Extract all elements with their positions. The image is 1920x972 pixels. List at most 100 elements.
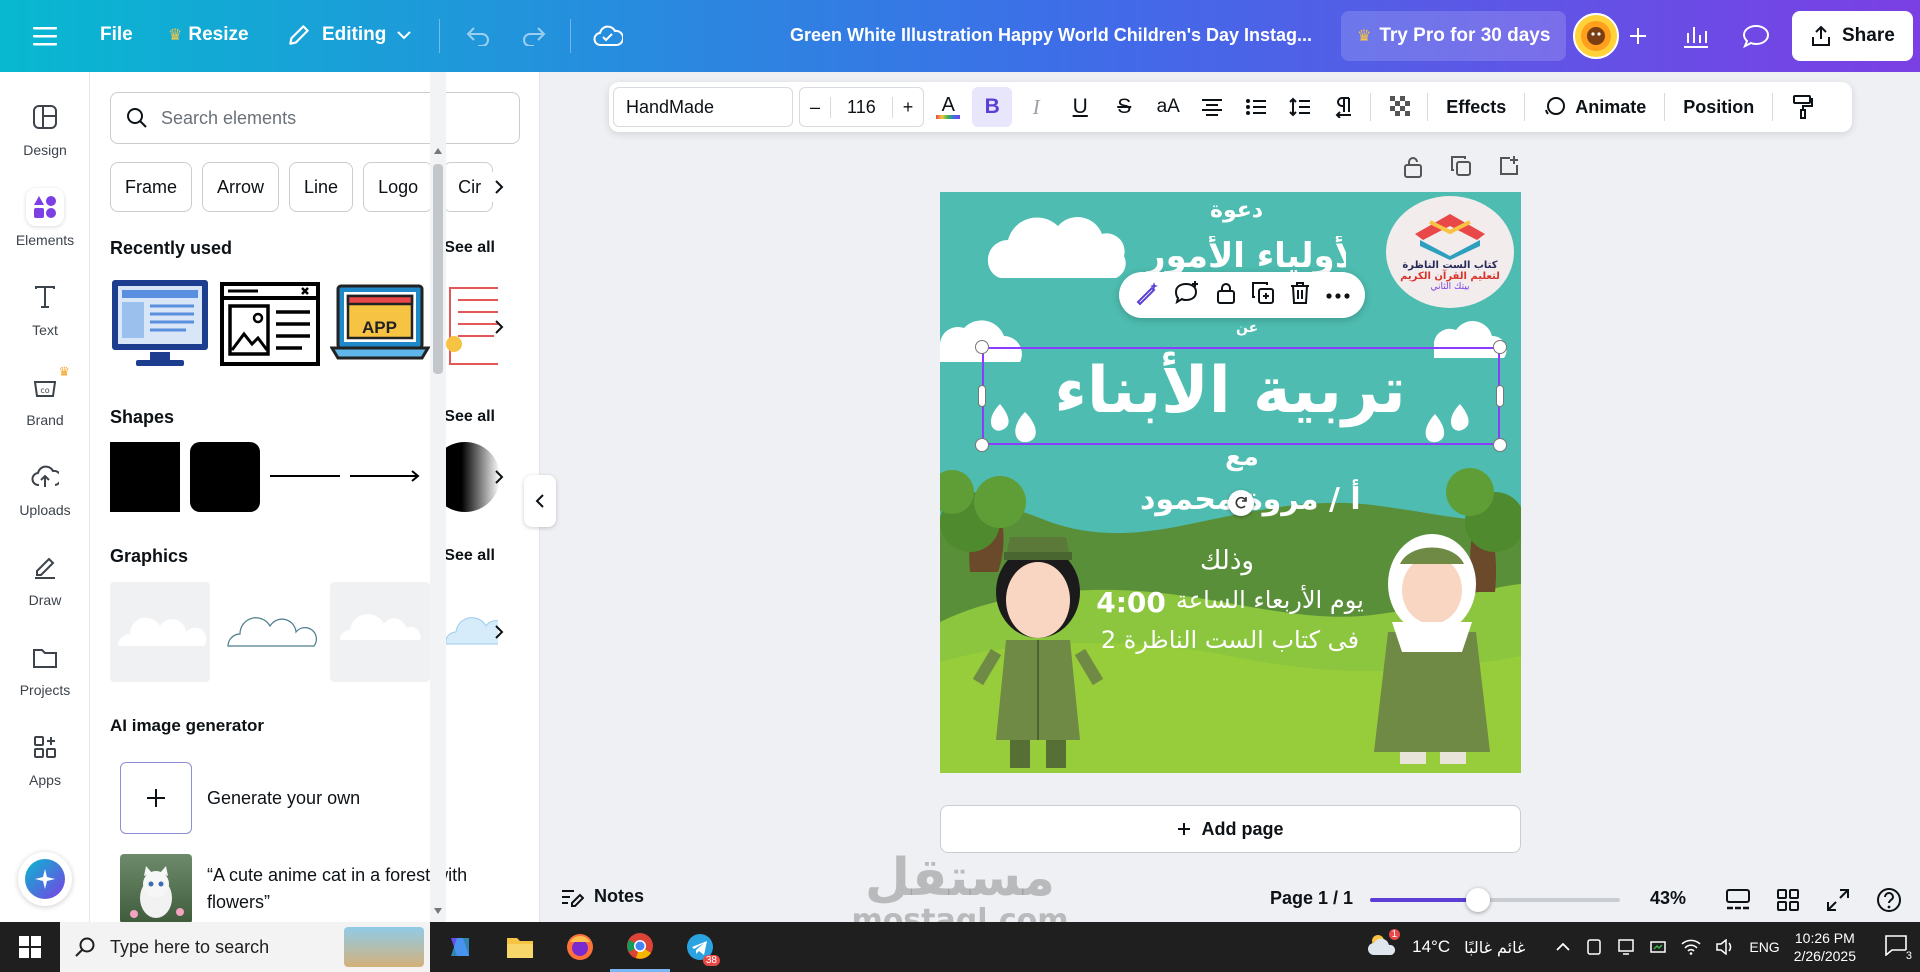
chip-frame[interactable]: Frame [110, 162, 193, 212]
share-button[interactable]: Share [1792, 11, 1913, 61]
list-icon[interactable] [1236, 87, 1276, 127]
see-all-shapes[interactable]: See all [444, 408, 495, 426]
shapes-next-arrow[interactable] [484, 462, 514, 492]
language-indicator[interactable]: ENG [1749, 939, 1779, 955]
rail-item-design[interactable]: Design [0, 98, 90, 158]
design-text-day-time[interactable]: 4:00 يوم الأربعاء الساعة [1096, 586, 1364, 619]
design-text-and[interactable]: وذلك [1200, 546, 1254, 576]
chip-line[interactable]: Line [289, 162, 354, 212]
notification-icon[interactable]: 3 [1884, 934, 1912, 962]
chips-next-arrow[interactable] [484, 172, 514, 202]
collapse-panel-button[interactable] [524, 475, 556, 527]
tray-display-icon[interactable] [1617, 938, 1635, 956]
taskbar-telegram-icon[interactable]: 38 [670, 922, 730, 972]
design-logo[interactable]: كتاب الست الناظرة لتعليم القرآن الكريم ب… [1390, 260, 1510, 292]
add-page-button[interactable]: Add page [940, 805, 1521, 853]
zoom-slider[interactable] [1370, 888, 1620, 912]
volume-icon[interactable] [1715, 939, 1735, 955]
generate-your-own-button[interactable] [120, 762, 192, 834]
graphic-cloud-outline[interactable] [220, 582, 320, 682]
lock-page-icon[interactable] [1402, 155, 1424, 184]
editing-mode-button[interactable]: Editing [286, 22, 412, 48]
undo-icon[interactable] [460, 20, 494, 52]
rail-item-brand[interactable]: co ♛ Brand [0, 364, 90, 428]
help-icon[interactable] [1876, 887, 1902, 918]
resize-handle-bottom-left[interactable] [975, 438, 989, 452]
file-menu[interactable]: File [100, 24, 133, 46]
graphics-next-arrow[interactable] [484, 617, 514, 647]
animate-button[interactable]: Animate [1531, 87, 1658, 127]
rail-item-uploads[interactable]: Uploads [0, 458, 90, 518]
windows-start-icon[interactable] [0, 922, 60, 972]
italic-button[interactable]: I [1016, 87, 1056, 127]
panel-scrollbar[interactable] [430, 72, 446, 922]
rail-item-draw[interactable]: Draw [0, 548, 90, 608]
insights-icon[interactable] [1676, 18, 1716, 54]
line-spacing-icon[interactable] [1280, 87, 1320, 127]
paint-roller-icon[interactable] [1783, 87, 1823, 127]
ai-example-image[interactable] [120, 854, 192, 922]
document-title[interactable]: Green White Illustration Happy World Chi… [790, 25, 1312, 46]
add-comment-icon[interactable] [1174, 280, 1200, 311]
grid-view-icon[interactable] [1776, 888, 1800, 917]
recent-app-laptop-graphic[interactable]: APP [329, 282, 431, 366]
chevron-up-icon[interactable] [1555, 942, 1571, 952]
shape-square[interactable] [110, 442, 180, 512]
transparency-icon[interactable] [1381, 87, 1421, 127]
page-indicator[interactable]: Page 1 / 1 [1270, 888, 1353, 909]
resize-handle-top-right[interactable] [1493, 340, 1507, 354]
cloud-saved-icon[interactable] [590, 20, 626, 52]
rail-item-projects[interactable]: Projects [0, 638, 90, 698]
shape-arrow[interactable] [350, 468, 422, 484]
font-family-select[interactable]: HandMade [613, 87, 793, 127]
text-selection-box[interactable] [982, 347, 1500, 445]
design-text-invite[interactable]: دعوة [1210, 198, 1263, 223]
avatar[interactable] [1573, 13, 1619, 59]
taskbar-copilot-icon[interactable] [430, 922, 490, 972]
resize-handle-left[interactable] [978, 385, 986, 407]
chip-logo[interactable]: Logo [363, 162, 434, 212]
duplicate-page-icon[interactable] [1450, 155, 1472, 184]
decrease-font-button[interactable]: – [800, 97, 830, 118]
font-size-value[interactable]: 116 [830, 96, 893, 118]
shape-line[interactable] [270, 475, 340, 477]
position-button[interactable]: Position [1671, 87, 1766, 127]
bold-button[interactable]: B [972, 87, 1013, 127]
rail-item-elements[interactable]: Elements [0, 188, 90, 248]
add-collaborator-icon[interactable] [1623, 20, 1653, 52]
recent-monitor-graphic[interactable] [110, 278, 210, 370]
clock[interactable]: 10:26 PM 2/26/2025 [1794, 929, 1856, 965]
menu-icon[interactable] [30, 22, 60, 50]
zoom-value[interactable]: 43% [1650, 888, 1686, 909]
try-pro-button[interactable]: ♛ Try Pro for 30 days [1341, 11, 1567, 61]
generate-label[interactable]: Generate your own [207, 788, 360, 809]
trash-icon[interactable] [1289, 281, 1311, 310]
letter-case-button[interactable]: aA [1148, 87, 1188, 127]
align-center-icon[interactable] [1192, 87, 1232, 127]
magic-edit-icon[interactable] [1134, 280, 1160, 311]
redo-icon[interactable] [518, 20, 552, 52]
tray-app-icon[interactable] [1585, 938, 1603, 956]
rail-item-text[interactable]: Text [0, 278, 90, 338]
scrollbar-thumb[interactable] [433, 164, 443, 374]
resize-handle-bottom-right[interactable] [1493, 438, 1507, 452]
recent-next-arrow[interactable] [484, 312, 514, 342]
see-all-recently-used[interactable]: See all [444, 239, 495, 257]
lock-icon[interactable] [1215, 281, 1237, 310]
text-color-button[interactable]: A [928, 87, 968, 127]
comment-icon[interactable] [1736, 18, 1776, 54]
duplicate-icon[interactable] [1251, 281, 1275, 310]
scroll-up-arrow[interactable] [434, 148, 442, 154]
notes-button[interactable]: Notes [560, 886, 644, 907]
search-input[interactable] [161, 107, 501, 129]
add-page-icon[interactable] [1498, 155, 1520, 184]
rotate-handle[interactable] [1228, 490, 1254, 516]
more-options-icon[interactable] [1326, 286, 1350, 304]
resize-button[interactable]: ♛ Resize [168, 24, 249, 46]
taskbar-firefox-icon[interactable] [550, 922, 610, 972]
wifi-icon[interactable] [1681, 939, 1701, 955]
pages-view-icon[interactable] [1725, 888, 1751, 917]
tray-network-status-icon[interactable] [1649, 938, 1667, 956]
recent-webpage-graphic[interactable] [220, 282, 320, 366]
graphic-cloud-1[interactable] [110, 582, 210, 682]
